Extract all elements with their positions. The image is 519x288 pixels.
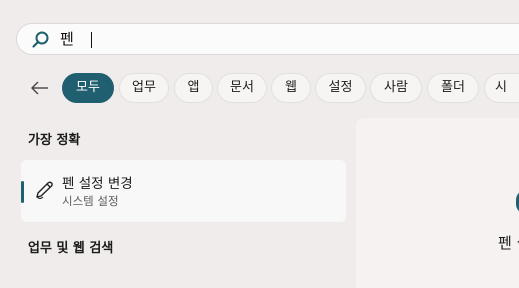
search-icon — [32, 31, 49, 48]
result-pen-settings[interactable]: 펜 설정 변경 시스템 설정 — [21, 160, 346, 222]
selection-indicator — [21, 181, 24, 203]
filter-chip-work[interactable]: 업무 — [119, 73, 169, 103]
search-box[interactable]: 펜 — [16, 23, 519, 55]
preview-pane — [356, 118, 519, 288]
filter-chip-web[interactable]: 웹 — [271, 73, 311, 103]
work-web-search-heading: 업무 및 웹 검색 — [28, 241, 114, 256]
back-arrow-icon[interactable] — [28, 76, 52, 100]
best-match-heading: 가장 정확 — [28, 133, 81, 148]
filter-chip-people[interactable]: 사람 — [370, 73, 422, 103]
result-title: 펜 설정 변경 — [62, 176, 133, 192]
filter-chip-folders[interactable]: 폴더 — [427, 73, 479, 103]
filter-chip-more[interactable]: 시 — [484, 73, 519, 103]
result-subtitle: 시스템 설정 — [62, 194, 119, 208]
preview-title: 펜 설정 — [498, 234, 519, 252]
pen-icon — [36, 181, 53, 200]
search-input[interactable]: 펜 — [60, 29, 74, 49]
filter-chip-settings[interactable]: 설정 — [315, 73, 366, 103]
filter-chip-apps[interactable]: 앱 — [174, 73, 213, 103]
filter-chip-documents[interactable]: 문서 — [217, 73, 267, 103]
filter-chip-all[interactable]: 모두 — [62, 73, 114, 103]
text-caret — [91, 32, 92, 48]
